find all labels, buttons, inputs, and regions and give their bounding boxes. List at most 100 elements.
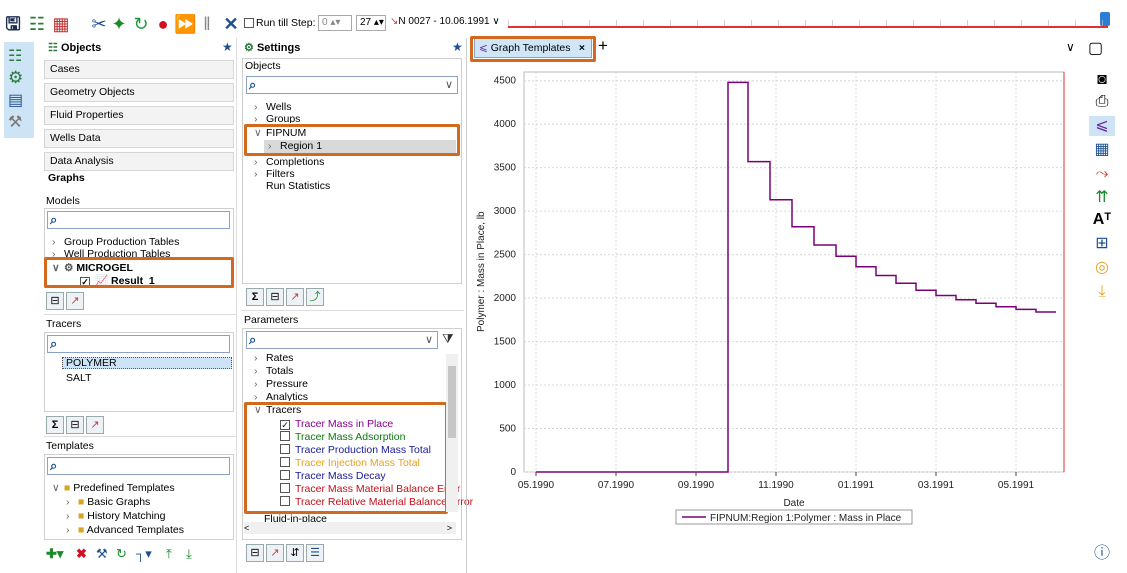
settings-tree-run-statistics[interactable]: Run Statistics (266, 180, 330, 192)
save-icon[interactable]: 🖫 (2, 13, 24, 35)
record-icon[interactable]: ● (152, 13, 174, 35)
pause-icon[interactable]: ‖ (196, 13, 218, 35)
settings-tree-wells[interactable]: › Wells (254, 101, 291, 113)
tracer-param-checkbox[interactable] (280, 483, 290, 493)
settings-chart-icon[interactable]: ⤴ (306, 288, 324, 306)
settings-graph-icon[interactable]: ↗ (286, 288, 304, 306)
reload-icon[interactable]: ↻ (130, 13, 152, 35)
filter-icon[interactable]: ⧩ (442, 331, 454, 347)
fast-forward-icon[interactable]: ⏩ (174, 13, 196, 35)
layout-template-icon[interactable]: ┐▾ (136, 546, 152, 562)
param-rates[interactable]: › Rates (254, 352, 293, 364)
table-view-icon[interactable]: ▦ (1089, 140, 1115, 160)
tracer-param-item[interactable]: Tracer Relative Material Balance Error (280, 496, 473, 508)
up-arrows-icon[interactable]: ⇈ (1089, 188, 1115, 208)
close-tab-icon[interactable]: × (579, 39, 585, 57)
export-icon[interactable]: ⤓ (1089, 282, 1115, 302)
objects-tree-icon[interactable]: ☷ (8, 46, 22, 66)
add-tab-button[interactable]: + (598, 36, 608, 56)
tracer-param-checkbox[interactable] (280, 431, 290, 441)
settings-tree-filters[interactable]: › Filters (254, 168, 295, 180)
graph-templates-tab[interactable]: ⩽ Graph Templates × (474, 38, 592, 58)
section-wells-data[interactable]: Wells Data (44, 129, 234, 148)
template-advanced[interactable]: › ■ Advanced Templates (66, 524, 184, 536)
param-pressure[interactable]: › Pressure (254, 378, 308, 390)
list-icon[interactable]: ☰ (306, 544, 324, 562)
predefined-templates-item[interactable]: ∨ ■ Predefined Templates (52, 482, 175, 494)
magic-wand-icon[interactable]: ✦ (108, 13, 130, 35)
cube-icon[interactable]: ▢ (1088, 38, 1103, 58)
param-analytics[interactable]: › Analytics (254, 391, 308, 401)
cut-icon[interactable]: ✂ (88, 13, 110, 35)
panel-icon[interactable]: ▤ (8, 90, 23, 110)
help-icon[interactable]: ⓘ (1089, 544, 1115, 564)
section-cases[interactable]: Cases (44, 60, 234, 79)
remove-model-icon[interactable]: ⊟ (46, 292, 64, 310)
section-data-analysis[interactable]: Data Analysis (44, 152, 234, 171)
tracer-param-checkbox[interactable] (280, 496, 290, 506)
settings-tree-groups[interactable]: › Groups (254, 113, 300, 123)
wrench-icon[interactable]: ⚒ (8, 112, 22, 132)
print-icon[interactable]: ⎙ (1089, 92, 1115, 112)
tracer-param-item[interactable]: Tracer Mass Adsorption (280, 431, 406, 443)
tracer-param-item[interactable]: ✓ Tracer Mass in Place (280, 418, 393, 430)
tracer-param-item[interactable]: Tracer Mass Decay (280, 470, 386, 482)
settings-tree-region-1[interactable]: › Region 1 (264, 140, 456, 153)
tracer-param-item[interactable]: Tracer Production Mass Total (280, 444, 431, 456)
date-selector[interactable]: ↘N 0027 - 10.06.1991 ∨ (390, 15, 500, 31)
params-remove-icon[interactable]: ⊟ (246, 544, 264, 562)
tracer-param-checkbox[interactable] (280, 444, 290, 454)
settings-tree-completions[interactable]: › Completions (254, 156, 324, 168)
delete-template-icon[interactable]: ✖ (76, 546, 87, 562)
section-geometry-objects[interactable]: Geometry Objects (44, 83, 234, 102)
template-history-matching[interactable]: › ■ History Matching (66, 510, 165, 522)
tracer-param-checkbox[interactable]: ✓ (280, 420, 290, 430)
sum-icon[interactable]: Σ (46, 416, 64, 434)
tracer-item-salt[interactable]: SALT (66, 372, 91, 384)
settings-objects-search[interactable]: ⌕ ∨ (246, 76, 458, 94)
models-tree-item[interactable]: › Well Production Tables (52, 248, 170, 257)
parameters-search-input[interactable]: ⌕ ∨ (246, 331, 438, 349)
settings-pin-icon[interactable]: ★ (452, 40, 463, 54)
parameters-scrollbar[interactable] (446, 354, 458, 512)
upload-template-icon[interactable]: ⤒ (166, 546, 172, 562)
section-fluid-properties[interactable]: Fluid Properties (44, 106, 234, 125)
pin-icon[interactable]: ★ (222, 40, 233, 54)
layers-icon[interactable]: ◎ (1089, 258, 1115, 278)
tracers-search-input[interactable]: ⌕ (47, 335, 230, 353)
settings-sum-icon[interactable]: Σ (246, 288, 264, 306)
tracer-param-item[interactable]: Tracer Mass Material Balance Error (280, 483, 460, 495)
template-basic-graphs[interactable]: › ■ Basic Graphs (66, 496, 150, 508)
layout-grid-icon[interactable]: ⊞ (1089, 234, 1115, 254)
tracer-param-checkbox[interactable] (280, 457, 290, 467)
camera-icon[interactable]: ◙ (1089, 70, 1115, 90)
stop-icon[interactable]: ✕ (220, 13, 242, 35)
edit-template-icon[interactable]: ⚒ (96, 546, 108, 562)
parameters-hscrollbar[interactable]: < > (244, 522, 456, 534)
tree-icon[interactable]: ☷ (26, 13, 48, 35)
tracer-graph-icon[interactable]: ↗ (86, 416, 104, 434)
param-fluid-in-place[interactable]: Fluid-in-place (264, 513, 327, 522)
gear-icon[interactable]: ⚙ (8, 68, 23, 88)
graph-settings-icon[interactable]: ↗ (66, 292, 84, 310)
step-from-input[interactable]: 0 ▴▾ (318, 15, 352, 31)
remove-tracer-icon[interactable]: ⊟ (66, 416, 84, 434)
models-tree-item[interactable]: › Group Production Tables (52, 236, 179, 248)
graph-view-icon[interactable]: ⩽ (1089, 116, 1115, 136)
templates-search-input[interactable]: ⌕ (47, 457, 230, 475)
param-totals[interactable]: › Totals (254, 365, 293, 377)
step-to-input[interactable]: 27 ▴▾ (356, 15, 386, 31)
params-graph-icon[interactable]: ↗ (266, 544, 284, 562)
tab-dropdown-icon[interactable]: ∨ (1066, 40, 1075, 54)
add-template-icon[interactable]: ✚▾ (46, 546, 63, 562)
tracer-item-polymer[interactable]: POLYMER (62, 357, 232, 369)
models-search-input[interactable]: ⌕ (47, 211, 230, 229)
model-microgel[interactable]: ∨ ⚙ MICROGEL (52, 262, 133, 274)
tracer-param-checkbox[interactable] (280, 470, 290, 480)
sort-icon[interactable]: ⇵ (286, 544, 304, 562)
result-item[interactable]: ✓ 📈 Result_1 (80, 274, 155, 287)
font-icon[interactable]: Aᵀ (1089, 210, 1115, 230)
graphs-section[interactable]: Graphs (48, 172, 85, 184)
refresh-template-icon[interactable]: ↻ (116, 546, 127, 562)
download-template-icon[interactable]: ⤓ (186, 546, 192, 562)
